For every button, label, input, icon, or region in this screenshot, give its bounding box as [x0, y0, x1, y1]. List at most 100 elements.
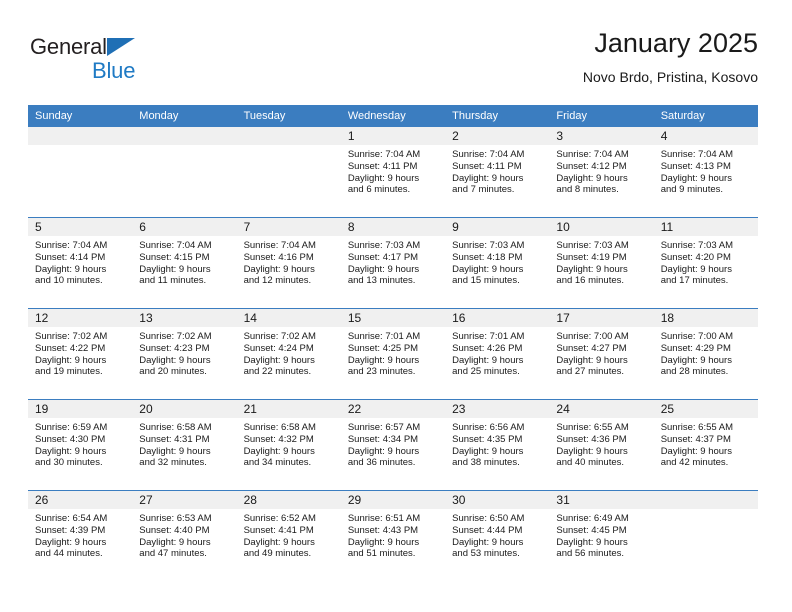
calendar-day-cell[interactable]: 21 Sunrise: 6:58 AM Sunset: 4:32 PM Dayligh… [236, 399, 341, 491]
daylight-duration-line1: Daylight: 9 hours [243, 536, 315, 548]
page-header: General Blue January 2025 Novo Brdo, Pri… [28, 26, 758, 100]
calendar-day-cell[interactable]: 12 Sunrise: 7:02 AM Sunset: 4:22 PM Dayligh… [28, 308, 133, 400]
day-cell-content: 6 Sunrise: 7:04 AM Sunset: 4:15 PM Daylight… [132, 218, 237, 308]
logo-line-blue: Blue [30, 58, 160, 84]
calendar-day-cell[interactable]: 3 Sunrise: 7:04 AM Sunset: 4:12 PM Daylight… [549, 127, 654, 218]
day-details: Sunrise: 7:01 AM Sunset: 4:26 PM Daylight:… [445, 327, 549, 378]
calendar-day-cell[interactable]: 9 Sunrise: 7:03 AM Sunset: 4:18 PM Daylight… [445, 217, 550, 309]
calendar-day-cell[interactable]: 17 Sunrise: 7:00 AM Sunset: 4:27 PM Dayligh… [549, 308, 654, 400]
day-number: 31 [549, 491, 654, 509]
calendar-day-cell[interactable]: 20 Sunrise: 6:58 AM Sunset: 4:31 PM Dayligh… [132, 399, 237, 491]
calendar-day-cell[interactable]: 31 Sunrise: 6:49 AM Sunset: 4:45 PM Dayligh… [549, 490, 654, 581]
day-details: Sunrise: 7:04 AM Sunset: 4:14 PM Daylight:… [28, 236, 132, 287]
calendar-day-cell[interactable]: 23 Sunrise: 6:56 AM Sunset: 4:35 PM Dayligh… [445, 399, 550, 491]
day-number: 2 [445, 127, 550, 145]
sunset-time: Sunset: 4:25 PM [347, 342, 419, 354]
daylight-duration-line1: Daylight: 9 hours [452, 263, 524, 275]
calendar-week-row: 12 Sunrise: 7:02 AM Sunset: 4:22 PM Dayligh… [28, 308, 758, 400]
daylight-duration-line2: and 36 minutes. [347, 457, 416, 469]
daylight-duration-line1: Daylight: 9 hours [139, 536, 211, 548]
day-cell-content: 13 Sunrise: 7:02 AM Sunset: 4:23 PM Dayligh… [132, 309, 237, 399]
calendar-day-cell[interactable]: 10 Sunrise: 7:03 AM Sunset: 4:19 PM Dayligh… [549, 217, 654, 309]
day-number: 18 [653, 309, 758, 327]
day-details: Sunrise: 7:04 AM Sunset: 4:16 PM Daylight:… [237, 236, 341, 287]
day-cell-content: 9 Sunrise: 7:03 AM Sunset: 4:18 PM Daylight… [445, 218, 550, 308]
sunset-time: Sunset: 4:13 PM [660, 160, 731, 172]
calendar-day-cell[interactable]: 8 Sunrise: 7:03 AM Sunset: 4:17 PM Daylight… [340, 217, 446, 309]
sunrise-sunset-calendar: Sunday Monday Tuesday Wednesday Thursday… [28, 105, 758, 581]
day-cell-content [653, 491, 758, 581]
calendar-day-cell[interactable]: 11 Sunrise: 7:03 AM Sunset: 4:20 PM Dayligh… [653, 217, 758, 309]
sunset-time: Sunset: 4:34 PM [347, 433, 419, 445]
weekday-header-wednesday: Wednesday [340, 105, 446, 127]
calendar-day-cell[interactable]: 4 Sunrise: 7:04 AM Sunset: 4:13 PM Daylight… [653, 127, 758, 218]
day-cell-content: 5 Sunrise: 7:04 AM Sunset: 4:14 PM Daylight… [28, 218, 133, 308]
sunset-time: Sunset: 4:17 PM [347, 251, 419, 263]
calendar-day-cell[interactable]: 18 Sunrise: 7:00 AM Sunset: 4:29 PM Dayligh… [653, 308, 758, 400]
sunset-time: Sunset: 4:11 PM [452, 160, 522, 172]
day-number: 29 [340, 491, 446, 509]
calendar-body: 1 Sunrise: 7:04 AM Sunset: 4:11 PM Daylight… [28, 127, 758, 581]
day-details: Sunrise: 7:04 AM Sunset: 4:15 PM Daylight:… [132, 236, 236, 287]
calendar-day-cell[interactable]: 5 Sunrise: 7:04 AM Sunset: 4:14 PM Daylight… [28, 217, 133, 309]
weekday-header-monday: Monday [132, 105, 237, 127]
daylight-duration-line2: and 27 minutes. [556, 366, 625, 378]
sunset-time: Sunset: 4:41 PM [243, 524, 314, 536]
calendar-day-cell[interactable]: 30 Sunrise: 6:50 AM Sunset: 4:44 PM Dayligh… [445, 490, 550, 581]
calendar-day-cell[interactable]: 15 Sunrise: 7:01 AM Sunset: 4:25 PM Dayligh… [340, 308, 446, 400]
day-number: 1 [340, 127, 446, 145]
calendar-day-cell[interactable]: 24 Sunrise: 6:55 AM Sunset: 4:36 PM Dayligh… [549, 399, 654, 491]
day-cell-content [132, 127, 237, 217]
weekday-header-sunday: Sunday [28, 105, 133, 127]
calendar-day-cell[interactable]: 28 Sunrise: 6:52 AM Sunset: 4:41 PM Dayligh… [236, 490, 341, 581]
daylight-duration-line1: Daylight: 9 hours [139, 354, 211, 366]
calendar-day-cell[interactable]: 29 Sunrise: 6:51 AM Sunset: 4:43 PM Dayligh… [340, 490, 446, 581]
calendar-day-cell[interactable]: 14 Sunrise: 7:02 AM Sunset: 4:24 PM Dayligh… [236, 308, 341, 400]
calendar-week-row: 5 Sunrise: 7:04 AM Sunset: 4:14 PM Daylight… [28, 217, 758, 309]
daylight-duration-line2: and 10 minutes. [35, 275, 103, 287]
daylight-duration-line2: and 16 minutes. [556, 275, 625, 287]
sunrise-time: Sunrise: 6:59 AM [35, 422, 108, 433]
day-details: Sunrise: 6:55 AM Sunset: 4:36 PM Daylight:… [549, 418, 653, 469]
day-cell-content: 14 Sunrise: 7:02 AM Sunset: 4:24 PM Dayligh… [236, 309, 341, 399]
sunset-time: Sunset: 4:12 PM [556, 160, 627, 172]
calendar-day-cell[interactable]: 6 Sunrise: 7:04 AM Sunset: 4:15 PM Daylight… [132, 217, 237, 309]
calendar-day-cell[interactable]: 2 Sunrise: 7:04 AM Sunset: 4:11 PM Daylight… [445, 127, 550, 218]
day-number: 11 [653, 218, 758, 236]
calendar-day-cell[interactable]: 27 Sunrise: 6:53 AM Sunset: 4:40 PM Dayligh… [132, 490, 237, 581]
calendar-day-cell[interactable]: 25 Sunrise: 6:55 AM Sunset: 4:37 PM Dayligh… [653, 399, 758, 491]
calendar-day-cell[interactable]: 7 Sunrise: 7:04 AM Sunset: 4:16 PM Daylight… [236, 217, 341, 309]
day-cell-content: 19 Sunrise: 6:59 AM Sunset: 4:30 PM Dayligh… [28, 400, 133, 490]
calendar-day-cell[interactable]: 13 Sunrise: 7:02 AM Sunset: 4:23 PM Dayligh… [132, 308, 237, 400]
daylight-duration-line1: Daylight: 9 hours [660, 263, 732, 275]
daylight-duration-line2: and 53 minutes. [452, 548, 520, 560]
daylight-duration-line1: Daylight: 9 hours [139, 445, 211, 457]
daylight-duration-line2: and 56 minutes. [556, 548, 625, 560]
day-cell-content: 23 Sunrise: 6:56 AM Sunset: 4:35 PM Dayligh… [445, 400, 550, 490]
daylight-duration-line2: and 49 minutes. [243, 548, 312, 560]
calendar-day-cell[interactable]: 22 Sunrise: 6:57 AM Sunset: 4:34 PM Dayligh… [340, 399, 446, 491]
day-cell-content: 15 Sunrise: 7:01 AM Sunset: 4:25 PM Dayligh… [340, 309, 446, 399]
calendar-day-cell [236, 127, 341, 218]
day-number: 26 [28, 491, 133, 509]
calendar-day-cell[interactable]: 19 Sunrise: 6:59 AM Sunset: 4:30 PM Dayligh… [28, 399, 133, 491]
daylight-duration-line2: and 44 minutes. [35, 548, 103, 560]
day-number: 22 [340, 400, 446, 418]
sunset-time: Sunset: 4:24 PM [243, 342, 314, 354]
day-cell-content: 2 Sunrise: 7:04 AM Sunset: 4:11 PM Daylight… [445, 127, 550, 217]
daylight-duration-line2: and 25 minutes. [452, 366, 520, 378]
day-details: Sunrise: 6:51 AM Sunset: 4:43 PM Daylight:… [341, 509, 445, 560]
general-blue-logo[interactable]: General Blue [30, 34, 160, 86]
calendar-day-cell[interactable]: 1 Sunrise: 7:04 AM Sunset: 4:11 PM Daylight… [340, 127, 446, 218]
weekday-header-thursday: Thursday [445, 105, 550, 127]
calendar-day-cell[interactable]: 16 Sunrise: 7:01 AM Sunset: 4:26 PM Dayligh… [445, 308, 550, 400]
day-cell-content: 30 Sunrise: 6:50 AM Sunset: 4:44 PM Dayligh… [445, 491, 550, 581]
sunset-time: Sunset: 4:43 PM [347, 524, 419, 536]
day-cell-content: 29 Sunrise: 6:51 AM Sunset: 4:43 PM Dayligh… [340, 491, 446, 581]
sunrise-time: Sunrise: 7:00 AM [660, 331, 734, 342]
daylight-duration-line2: and 28 minutes. [660, 366, 729, 378]
calendar-day-cell[interactable]: 26 Sunrise: 6:54 AM Sunset: 4:39 PM Dayligh… [28, 490, 133, 581]
sunrise-time: Sunrise: 6:52 AM [243, 513, 316, 524]
sunrise-time: Sunrise: 7:03 AM [452, 240, 525, 251]
day-details: Sunrise: 7:02 AM Sunset: 4:24 PM Daylight:… [237, 327, 341, 378]
